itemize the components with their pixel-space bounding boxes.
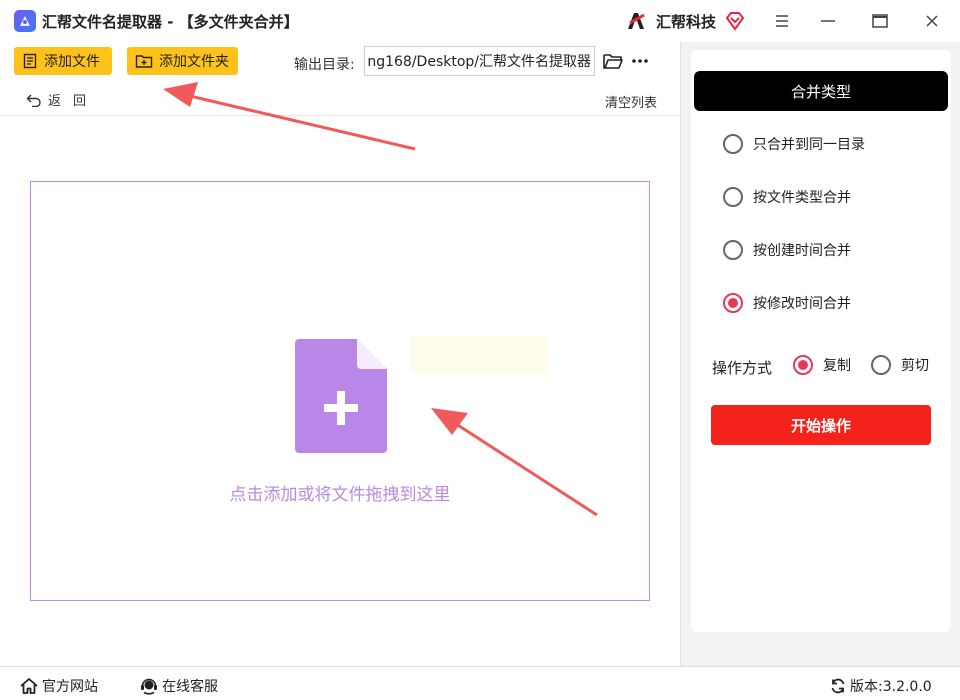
radio-button-selected[interactable] [793, 355, 813, 375]
operation-option-cut[interactable]: 剪切 [871, 355, 929, 375]
radio-button[interactable] [871, 355, 891, 375]
watermark [410, 336, 548, 374]
app-title: 汇帮文件名提取器 - 【多文件夹合并】 [42, 13, 299, 31]
refresh-icon [831, 678, 845, 694]
drop-hint-text: 点击添加或将文件拖拽到这里 [229, 485, 451, 505]
add-file-label: 添加文件 [44, 54, 100, 70]
output-dir-label: 输出目录: [294, 57, 355, 73]
brand-name: 汇帮科技 [656, 13, 717, 31]
version-text: 版本:3.2.0.0 [850, 679, 932, 695]
add-file-button[interactable]: 添加文件 [14, 47, 112, 75]
radio-button[interactable] [723, 240, 743, 260]
brand-logo-icon [628, 13, 645, 29]
add-document-icon [295, 339, 387, 453]
merge-option-label: 按修改时间合并 [753, 296, 851, 312]
more-options-icon[interactable] [630, 51, 650, 71]
menu-icon[interactable] [764, 6, 800, 36]
add-folder-icon [135, 55, 153, 68]
merge-option-label: 按创建时间合并 [753, 243, 851, 259]
maximize-icon[interactable] [862, 6, 898, 36]
radio-button-selected[interactable] [723, 293, 743, 313]
operation-label: 操作方式 [712, 359, 773, 377]
version-info: 版本:3.2.0.0 [830, 676, 932, 696]
vip-diamond-icon[interactable] [724, 10, 746, 32]
merge-option-file-type[interactable]: 按文件类型合并 [723, 187, 851, 207]
official-site-link[interactable]: 官方网站 [20, 676, 98, 696]
operation-option-copy[interactable]: 复制 [793, 355, 851, 375]
add-file-icon [23, 53, 37, 69]
headset-icon [141, 678, 157, 695]
settings-card: 合并类型 只合并到同一目录 按文件类型合并 按创建时间合并 按修改时间合并 操作… [691, 50, 951, 632]
operation-option-label: 剪切 [901, 358, 929, 374]
merge-option-label: 只合并到同一目录 [753, 137, 865, 153]
status-bar: 官方网站 在线客服 版本:3.2.0.0 [0, 666, 960, 700]
folder-open-icon[interactable] [602, 51, 624, 71]
toolbar: 添加文件 添加文件夹 输出目录: 返回 清空列表 [0, 42, 680, 116]
merge-option-same-dir[interactable]: 只合并到同一目录 [723, 134, 865, 154]
minimize-icon[interactable] [810, 6, 846, 36]
online-service-label: 在线客服 [162, 679, 218, 695]
merge-type-header: 合并类型 [694, 71, 948, 111]
right-panel: 合并类型 只合并到同一目录 按文件类型合并 按创建时间合并 按修改时间合并 操作… [680, 42, 960, 666]
operation-option-label: 复制 [823, 358, 851, 374]
undo-icon [26, 94, 41, 107]
official-site-label: 官方网站 [42, 679, 98, 695]
output-dir-input[interactable] [364, 46, 595, 76]
online-service-link[interactable]: 在线客服 [140, 676, 218, 696]
clear-list-button[interactable]: 清空列表 [605, 92, 657, 111]
start-operation-button[interactable]: 开始操作 [711, 405, 931, 445]
radio-button[interactable] [723, 134, 743, 154]
add-folder-label: 添加文件夹 [159, 54, 229, 70]
file-drop-zone[interactable]: 点击添加或将文件拖拽到这里 [30, 181, 650, 601]
app-logo-icon [14, 10, 36, 32]
close-icon[interactable] [914, 6, 950, 36]
merge-option-label: 按文件类型合并 [753, 190, 851, 206]
merge-option-created-time[interactable]: 按创建时间合并 [723, 240, 851, 260]
merge-option-modified-time[interactable]: 按修改时间合并 [723, 293, 851, 313]
title-bar: 汇帮文件名提取器 - 【多文件夹合并】 汇帮科技 [0, 0, 960, 42]
back-button[interactable]: 返回 [26, 90, 98, 109]
radio-button[interactable] [723, 187, 743, 207]
add-folder-button[interactable]: 添加文件夹 [127, 47, 238, 75]
back-label: 返回 [48, 94, 99, 109]
home-icon [20, 678, 38, 694]
